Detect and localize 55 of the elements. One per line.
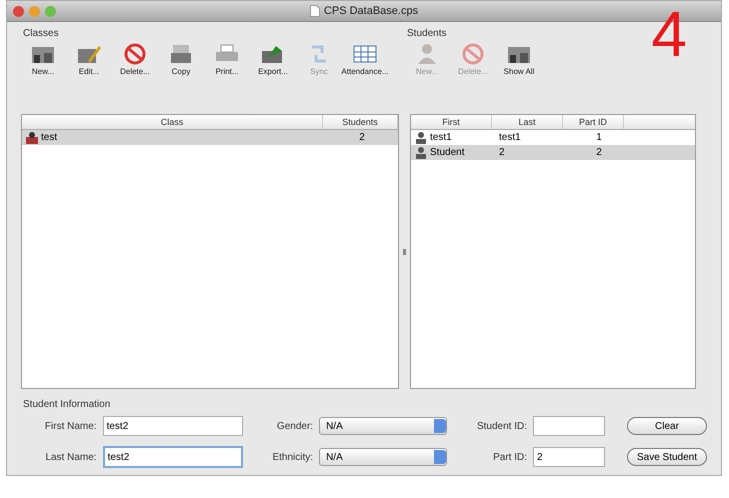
- table-cell: Student: [430, 147, 464, 158]
- table-cell: 1: [596, 132, 602, 143]
- table-cell: test1: [430, 132, 452, 143]
- table-cell: 2: [499, 147, 505, 158]
- toolbar-button[interactable]: Export...: [251, 43, 295, 76]
- window-title: CPS DataBase.cps: [324, 5, 418, 17]
- field-label: Ethnicity:: [271, 452, 314, 462]
- part-id-field[interactable]: 2: [533, 447, 605, 467]
- field-label: Student ID:: [476, 420, 527, 432]
- gender-dropdown[interactable]: N/A: [319, 417, 448, 435]
- field-label: Part ID:: [492, 452, 527, 462]
- column-header[interactable]: First: [411, 115, 492, 129]
- toolbar-button[interactable]: Print...: [205, 43, 249, 76]
- document-icon: [310, 5, 320, 17]
- table-row[interactable]: test1 test1 1: [411, 130, 695, 145]
- field-label: Gender:: [276, 420, 314, 432]
- table-cell: test1: [499, 132, 521, 143]
- field-label: First Name:: [44, 420, 97, 432]
- figure-number: 4: [651, 2, 687, 66]
- table-cell: 2: [596, 147, 602, 158]
- close-button[interactable]: [13, 6, 24, 16]
- column-header[interactable]: Last: [492, 115, 563, 129]
- person-icon: [415, 146, 427, 158]
- ethnicity-dropdown[interactable]: N/A: [319, 448, 448, 466]
- toolbar-button[interactable]: Attendance...: [343, 43, 387, 76]
- toolbar-button[interactable]: Edit...: [67, 43, 111, 76]
- split-handle[interactable]: [403, 248, 406, 254]
- table-cell: test: [41, 132, 58, 143]
- save-student-button[interactable]: Save Student: [627, 448, 707, 466]
- table-row[interactable]: Student 2 2: [411, 145, 695, 160]
- toolbar-button[interactable]: Delete...: [113, 43, 157, 76]
- zoom-button[interactable]: [45, 6, 56, 16]
- student-id-field[interactable]: [533, 416, 605, 436]
- toolbar-button[interactable]: Show All: [497, 43, 541, 76]
- group-label: Classes: [22, 27, 60, 41]
- prohibited-icon: [122, 43, 148, 65]
- toolbar-button[interactable]: New...: [21, 43, 65, 76]
- pencil-icon: [76, 43, 102, 65]
- copy-icon: [168, 43, 194, 65]
- person-icon: [415, 132, 427, 144]
- clear-button[interactable]: Clear: [627, 417, 707, 435]
- table-cell: 2: [359, 132, 365, 143]
- field-label: Last Name:: [44, 452, 97, 462]
- toolbar-button[interactable]: Copy: [159, 43, 203, 76]
- column-header[interactable]: Part ID: [563, 115, 624, 129]
- group-label: Students: [406, 27, 448, 41]
- column-header[interactable]: Class: [22, 115, 323, 129]
- first-name-field[interactable]: test2: [102, 416, 243, 436]
- column-header[interactable]: Students: [323, 115, 398, 129]
- table-row[interactable]: test 2: [22, 130, 398, 145]
- grid-icon: [352, 43, 378, 65]
- section-label: Student Information: [22, 398, 112, 412]
- minimize-button[interactable]: [29, 6, 40, 16]
- prohibited-icon: [460, 43, 486, 65]
- last-name-field[interactable]: test2: [102, 446, 243, 468]
